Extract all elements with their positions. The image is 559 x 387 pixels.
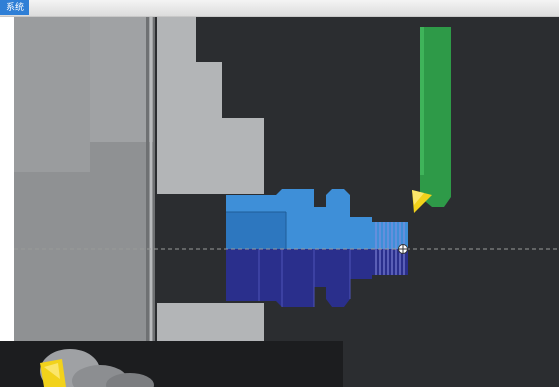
workpiece-lower: [226, 249, 408, 307]
left-margin: [0, 17, 14, 387]
simulation-viewport[interactable]: [14, 17, 559, 387]
part-preview-inset[interactable]: [0, 341, 343, 387]
origin-marker-icon[interactable]: [398, 244, 408, 254]
chuck-body: [14, 17, 155, 347]
window-titlebar: 系统: [0, 0, 559, 17]
3d-part-preview: [40, 349, 154, 387]
upper-jaw: [157, 17, 264, 194]
workpiece-upper: [226, 189, 408, 249]
turning-tool[interactable]: [412, 27, 451, 213]
window-title-badge[interactable]: 系统: [0, 0, 30, 15]
lathe-simulation-canvas: [14, 17, 559, 363]
